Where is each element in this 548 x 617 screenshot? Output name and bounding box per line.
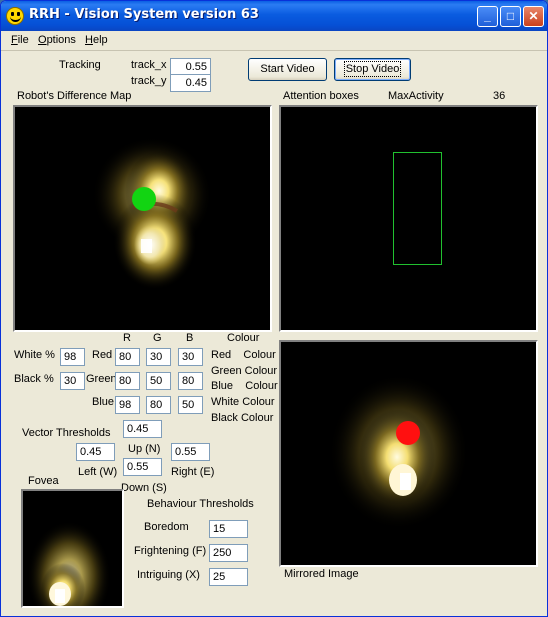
right-e-label: Right (E)	[171, 466, 215, 478]
green-g-field[interactable]: 50	[146, 372, 171, 390]
red-r-field[interactable]: 80	[115, 348, 140, 366]
white-colour-button[interactable]: White Colour	[211, 396, 275, 408]
left-w-label: Left (W)	[78, 466, 118, 478]
blue-b-field[interactable]: 50	[178, 396, 203, 414]
red-g-field[interactable]: 30	[146, 348, 171, 366]
green-colour-button[interactable]: Green Colour	[211, 365, 277, 377]
intriguing-field[interactable]: 25	[209, 568, 248, 586]
start-video-label: Start Video	[260, 63, 315, 75]
stop-video-label: Stop Video	[343, 61, 402, 77]
vector-bottom-field[interactable]: 0.55	[123, 458, 162, 476]
window-title: RRH - Vision System version 63	[29, 7, 259, 22]
difference-map-label: Robot's Difference Map	[17, 90, 132, 102]
tracking-label: Tracking	[59, 59, 101, 71]
stop-video-button[interactable]: Stop Video	[334, 58, 411, 81]
attention-box	[393, 152, 442, 265]
attention-boxes-image	[393, 152, 442, 265]
max-activity-value: 36	[493, 90, 506, 102]
maximize-button[interactable]: □	[500, 6, 521, 27]
blue-r-field[interactable]: 98	[115, 396, 140, 414]
black-pct-label: Black %	[14, 373, 54, 385]
attention-boxes-panel	[279, 105, 538, 332]
vector-top-field[interactable]: 0.45	[123, 420, 162, 438]
mirrored-image-panel	[279, 340, 538, 567]
close-button[interactable]: ✕	[523, 6, 544, 27]
fovea-image	[27, 521, 111, 606]
minimize-button[interactable]: _	[477, 6, 498, 27]
fovea-label: Fovea	[28, 475, 59, 487]
header-g: G	[153, 332, 162, 344]
difference-map-marker	[132, 187, 156, 211]
track-y-label: track_y	[131, 75, 167, 87]
mirrored-image-marker	[396, 421, 420, 445]
blue-g-field[interactable]: 80	[146, 396, 171, 414]
up-n-label: Up (N)	[128, 443, 161, 455]
header-b: B	[186, 332, 194, 344]
vector-left-field[interactable]: 0.45	[76, 443, 115, 461]
app-window: RRH - Vision System version 63 _ □ ✕ Fil…	[0, 0, 548, 617]
header-colour: Colour	[227, 332, 260, 344]
menu-bar: File Options Help	[1, 31, 547, 51]
row-blue-label: Blue	[92, 396, 115, 408]
mirrored-image	[329, 374, 469, 530]
header-r: R	[123, 332, 131, 344]
white-pct-label: White %	[14, 349, 55, 361]
title-bar[interactable]: RRH - Vision System version 63 _ □ ✕	[1, 1, 547, 31]
mirrored-image-label: Mirrored Image	[284, 568, 359, 580]
white-pct-field[interactable]: 98	[60, 348, 85, 366]
track-y-field[interactable]: 0.45	[170, 74, 211, 92]
difference-map-image	[92, 137, 212, 290]
behaviour-thresholds-label: Behaviour Thresholds	[147, 498, 254, 510]
row-red-label: Red	[92, 349, 113, 361]
smiley-app-icon[interactable]	[6, 7, 24, 25]
green-b-field[interactable]: 80	[178, 372, 203, 390]
start-video-button[interactable]: Start Video	[248, 58, 327, 81]
menu-options[interactable]: Options	[38, 34, 76, 46]
blue-colour-button[interactable]: Blue Colour	[211, 380, 278, 392]
frightening-label: Frightening (F)	[134, 545, 207, 557]
red-b-field[interactable]: 30	[178, 348, 203, 366]
boredom-field[interactable]: 15	[209, 520, 248, 538]
vector-thresholds-label: Vector Thresholds	[22, 427, 111, 439]
frightening-field[interactable]: 250	[209, 544, 248, 562]
fovea-panel	[21, 489, 124, 608]
row-green-label: Green	[86, 373, 117, 385]
max-activity-label: MaxActivity	[388, 90, 444, 102]
track-x-label: track_x	[131, 59, 167, 71]
boredom-label: Boredom	[144, 521, 189, 533]
intriguing-label: Intriguing (X)	[137, 569, 200, 581]
black-pct-field[interactable]: 30	[60, 372, 85, 390]
attention-boxes-label: Attention boxes	[283, 90, 359, 102]
difference-map-panel	[13, 105, 272, 332]
green-r-field[interactable]: 80	[115, 372, 140, 390]
menu-help[interactable]: Help	[85, 34, 108, 46]
vector-right-field[interactable]: 0.55	[171, 443, 210, 461]
menu-file[interactable]: File	[11, 34, 29, 46]
down-s-label: Down (S)	[121, 482, 167, 494]
red-colour-button[interactable]: Red Colour	[211, 349, 276, 361]
black-colour-button[interactable]: Black Colour	[211, 412, 273, 424]
